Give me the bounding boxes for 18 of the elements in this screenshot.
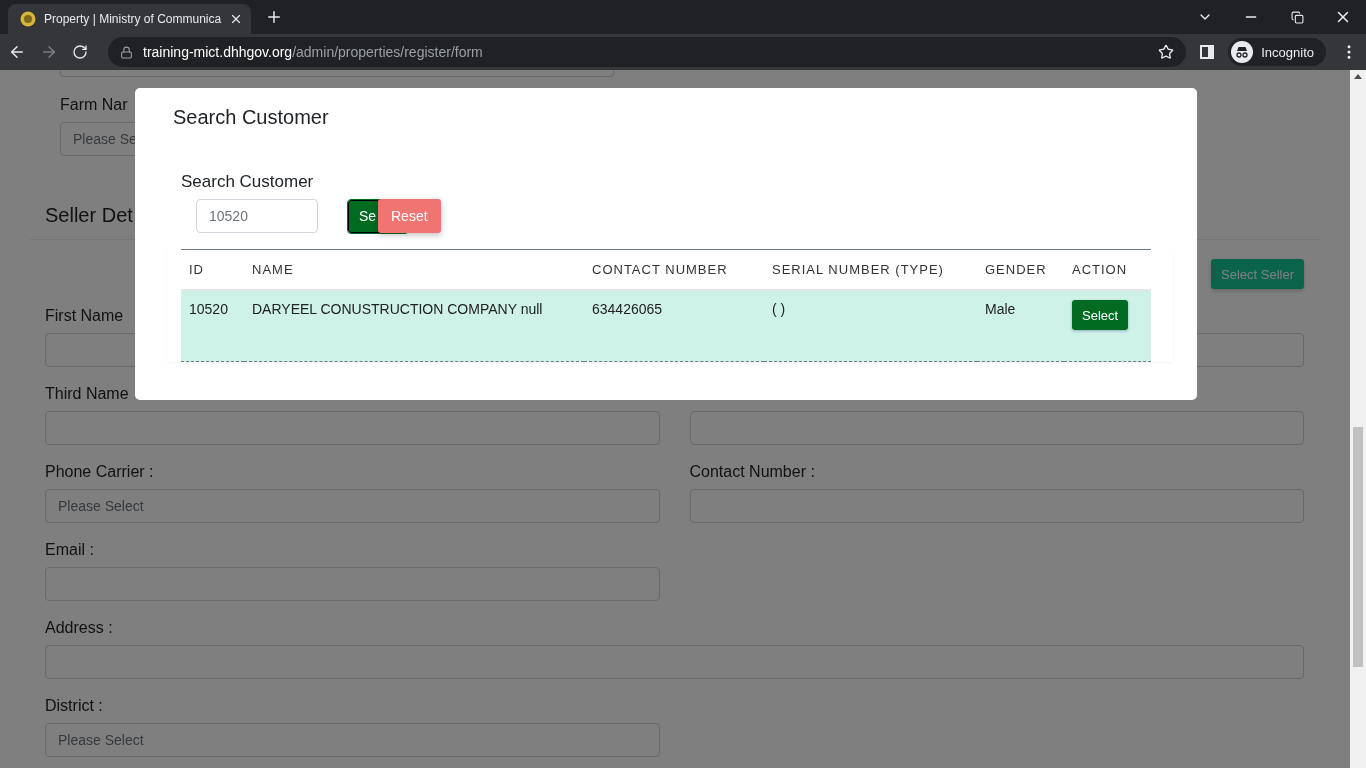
table-cell: Male <box>977 290 1064 362</box>
field-label: Address : <box>45 618 113 638</box>
field-label: Search Customer <box>181 171 315 193</box>
field-label: Farm Nar <box>60 95 129 115</box>
field-label: Contact Number : <box>689 462 815 482</box>
field-label: District : <box>45 696 103 716</box>
section-title: Seller Det <box>45 203 133 228</box>
modal-title: Search Customer <box>173 105 330 130</box>
field-label: Email : <box>45 540 94 560</box>
table-cell: DARYEEL CONUSTRUCTION COMPANY null <box>244 290 584 362</box>
field-label: Third Name <box>45 384 129 404</box>
tab-title: Property | Ministry of Communica <box>44 12 222 26</box>
field-label: Phone Carrier : <box>45 462 154 482</box>
table-cell: ( ) <box>764 290 977 362</box>
table-cell: 634426065 <box>584 290 764 362</box>
field-label: First Name <box>45 306 124 326</box>
url-text: training-mict.dhhgov.org/admin/properties/register/form <box>143 44 484 60</box>
table-cell: 10520 <box>181 290 244 362</box>
